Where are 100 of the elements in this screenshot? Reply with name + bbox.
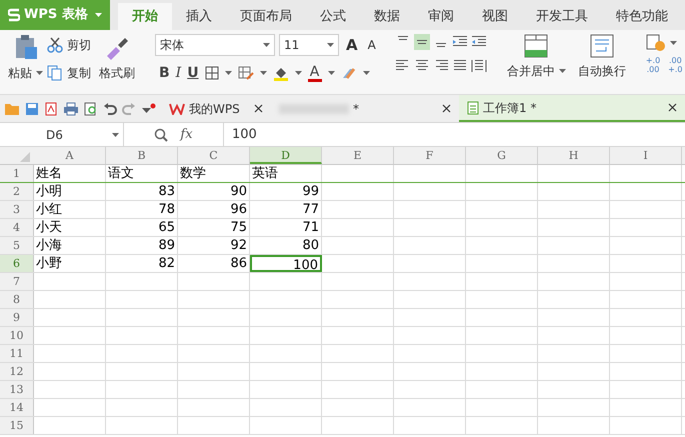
row-header[interactable]: 9 (0, 309, 34, 326)
row-header[interactable]: 1 (0, 165, 34, 182)
caret-icon[interactable] (112, 132, 119, 136)
align-middle-icon[interactable] (414, 34, 430, 50)
font-color-button[interactable]: A (308, 64, 322, 82)
formula-field[interactable]: 100 (224, 124, 685, 144)
table-cell[interactable]: 82 (106, 255, 178, 272)
table-cell[interactable]: 小明 (34, 183, 106, 200)
row-header[interactable]: 12 (0, 363, 34, 380)
table-cell[interactable]: 86 (178, 255, 250, 272)
row-header[interactable]: 14 (0, 399, 34, 416)
font-name-field[interactable]: 宋体 (155, 34, 275, 56)
document-tab[interactable]: * (271, 95, 459, 122)
row-header[interactable]: 11 (0, 345, 34, 362)
table-cell[interactable]: 小野 (34, 255, 106, 272)
borders-icon[interactable] (204, 66, 219, 80)
table-cell[interactable]: 语文 (106, 165, 178, 182)
table-cell[interactable]: 99 (250, 183, 322, 200)
ribbon-tab[interactable]: 开发工具 (522, 3, 602, 30)
table-cell[interactable]: 100 (250, 255, 322, 272)
row-header[interactable]: 10 (0, 327, 34, 344)
grid-pen-icon[interactable] (238, 66, 254, 80)
table-cell[interactable]: 姓名 (34, 165, 106, 182)
document-tab[interactable]: 工作簿1 * (459, 95, 685, 122)
ribbon-tab[interactable]: 插入 (172, 3, 226, 30)
row-header[interactable]: 15 (0, 417, 34, 434)
table-cell[interactable]: 90 (178, 183, 250, 200)
row-header[interactable]: 7 (0, 273, 34, 290)
row-header[interactable]: 6 (0, 255, 34, 272)
ribbon-tab[interactable]: 视图 (468, 3, 522, 30)
close-icon[interactable] (442, 104, 451, 113)
close-icon[interactable] (254, 104, 263, 113)
print-icon[interactable] (63, 102, 79, 116)
wrap-text-button[interactable]: 自动换行 (578, 34, 626, 80)
close-icon[interactable] (668, 103, 677, 112)
table-cell[interactable]: 83 (106, 183, 178, 200)
table-cell[interactable]: 71 (250, 219, 322, 236)
table-cell[interactable]: 小海 (34, 237, 106, 254)
caret-icon[interactable] (294, 71, 302, 75)
insert-function-button[interactable]: fx (180, 124, 193, 144)
row-header[interactable]: 5 (0, 237, 34, 254)
column-header[interactable]: I (610, 147, 682, 164)
table-cell[interactable]: 65 (106, 219, 178, 236)
row-header[interactable]: 3 (0, 201, 34, 218)
font-size-field[interactable]: 11 (279, 34, 339, 56)
increase-font-button[interactable]: A (343, 34, 361, 56)
format-painter-button[interactable]: 格式刷 (99, 34, 135, 82)
bold-button[interactable]: B (159, 62, 170, 84)
column-header[interactable]: E (322, 147, 394, 164)
column-header[interactable]: F (394, 147, 466, 164)
fill-bucket-icon[interactable] (272, 65, 289, 81)
ribbon-tab[interactable]: 数据 (360, 3, 414, 30)
undo-icon[interactable] (103, 102, 117, 116)
column-header[interactable]: H (538, 147, 610, 164)
table-cell[interactable]: 小天 (34, 219, 106, 236)
table-cell[interactable]: 92 (178, 237, 250, 254)
caret-icon[interactable] (362, 71, 370, 75)
table-cell[interactable]: 数学 (178, 165, 250, 182)
row-header[interactable]: 2 (0, 183, 34, 200)
cut-button[interactable]: 剪切 (47, 36, 91, 54)
document-tab[interactable]: 我的WPS (161, 95, 271, 122)
table-cell[interactable]: 75 (178, 219, 250, 236)
column-header[interactable]: B (106, 147, 178, 164)
row-header[interactable]: 8 (0, 291, 34, 308)
caret-icon[interactable] (260, 71, 267, 75)
name-box[interactable]: D6 (0, 123, 124, 146)
table-cell[interactable]: 89 (106, 237, 178, 254)
save-icon[interactable] (25, 102, 39, 116)
table-cell[interactable]: 77 (250, 201, 322, 218)
column-header[interactable]: A (34, 147, 106, 164)
caret-icon[interactable] (95, 13, 102, 17)
row-header[interactable]: 4 (0, 219, 34, 236)
ribbon-tab[interactable]: 开始 (118, 3, 172, 30)
caret-icon[interactable] (558, 69, 566, 73)
dropdown-dot-icon[interactable] (141, 102, 157, 114)
row-header[interactable]: 13 (0, 381, 34, 398)
underline-button[interactable]: U (187, 62, 199, 84)
ribbon-tab[interactable]: 页面布局 (226, 3, 306, 30)
ribbon-tab[interactable]: 审阅 (414, 3, 468, 30)
copy-button[interactable]: 复制 (47, 64, 91, 82)
table-cell[interactable]: 80 (250, 237, 322, 254)
pdf-export-icon[interactable] (44, 102, 58, 116)
distribute-icon[interactable] (470, 58, 487, 74)
table-cell[interactable]: 英语 (250, 165, 322, 182)
caret-icon[interactable] (328, 71, 335, 75)
print-preview-icon[interactable] (84, 102, 98, 116)
decrease-font-button[interactable]: A (364, 36, 379, 54)
italic-button[interactable]: I (176, 62, 182, 84)
zoom-search-icon[interactable] (154, 128, 168, 142)
caret-icon[interactable] (327, 43, 334, 48)
caret-icon[interactable] (36, 71, 43, 75)
paste-button[interactable]: 粘贴 (8, 34, 43, 82)
caret-icon[interactable] (224, 71, 232, 75)
table-cell[interactable]: 96 (178, 201, 250, 218)
ribbon-tab[interactable]: 公式 (306, 3, 360, 30)
caret-icon[interactable] (670, 41, 677, 45)
increase-decimal-button[interactable]: +.0 .00 (646, 56, 660, 74)
ribbon-tab[interactable]: 特色功能 (602, 3, 682, 30)
column-header[interactable]: D (250, 147, 322, 164)
column-header[interactable]: G (466, 147, 538, 164)
